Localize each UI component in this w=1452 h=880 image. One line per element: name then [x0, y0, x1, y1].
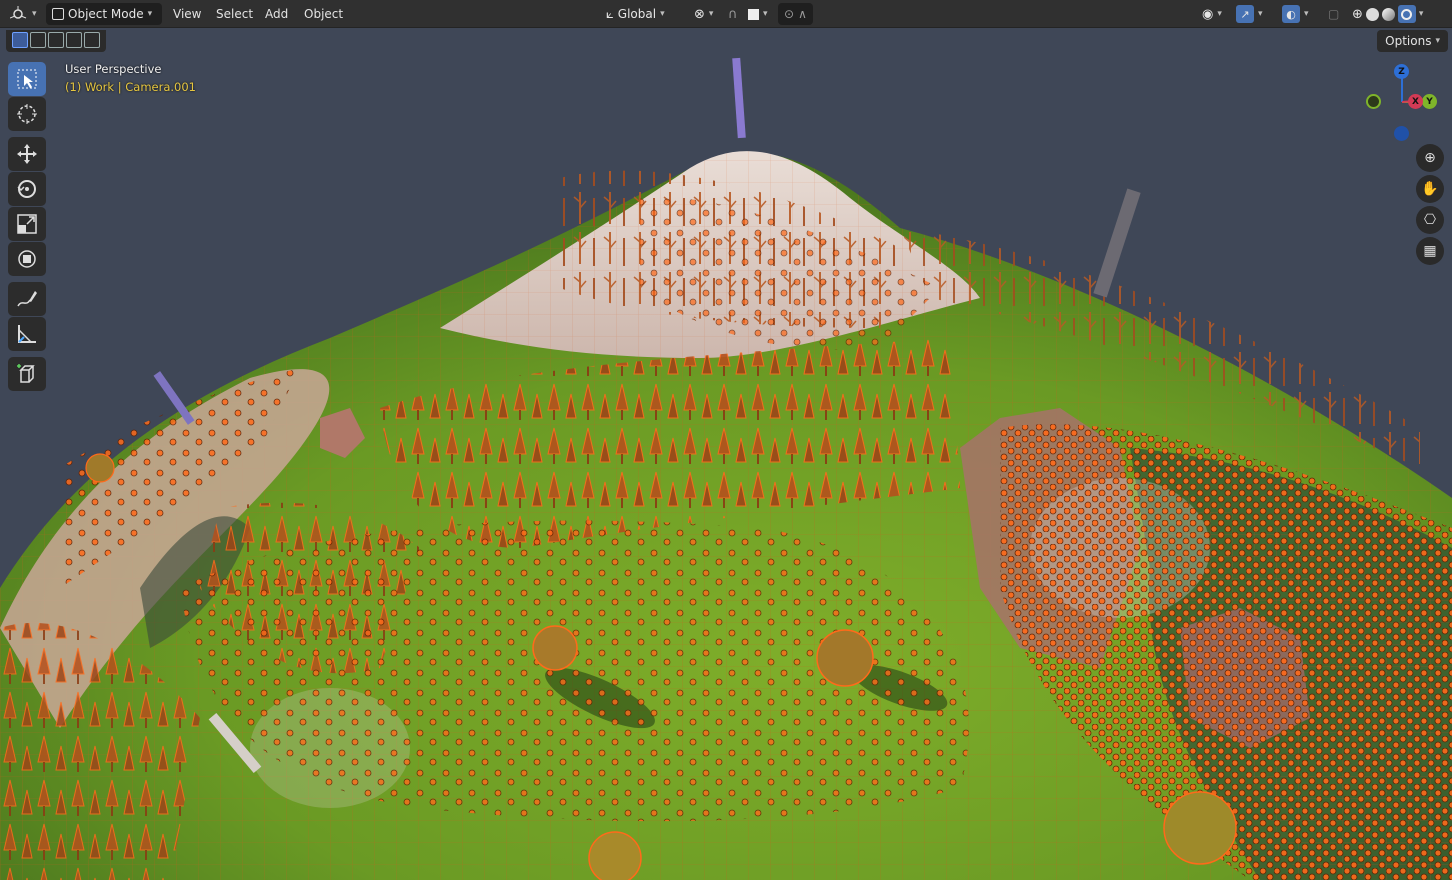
transform-orientation-dropdown[interactable]: ⟀ Global ▾: [600, 3, 671, 25]
select-intersect-icon[interactable]: [84, 32, 100, 48]
object-mode-icon: [52, 8, 64, 20]
menu-add[interactable]: Add: [259, 5, 294, 23]
tool-annotate[interactable]: [8, 282, 46, 316]
gizmo-neg-z[interactable]: [1394, 126, 1409, 141]
annotate-icon: [17, 291, 37, 307]
proportional-edit-icon: ⊙: [784, 7, 795, 21]
zoom-button[interactable]: ⊕: [1416, 144, 1444, 172]
gizmo-neg-y[interactable]: [1366, 94, 1381, 109]
chevron-down-icon: ▾: [708, 9, 714, 19]
chevron-down-icon[interactable]: ▾: [1419, 9, 1424, 19]
xray-icon: ▢: [1328, 7, 1340, 21]
scene-render: [0, 57, 1452, 880]
3d-viewport[interactable]: Options ▾ User Perspective (1) Work | Ca…: [0, 28, 1452, 880]
active-object-label: (1) Work | Camera.001: [65, 80, 196, 94]
navigation-gizmo[interactable]: Z Y X: [1362, 62, 1442, 142]
gizmo-z-axis[interactable]: Z: [1394, 64, 1409, 79]
ortho-toggle-button[interactable]: ▦: [1416, 237, 1444, 265]
gizmo-y-axis[interactable]: Y: [1422, 94, 1437, 109]
chevron-down-icon: ▾: [147, 9, 153, 19]
visibility-dropdown[interactable]: ◉ ▾: [1196, 3, 1228, 25]
shading-buttons: ⊕ ▾: [1346, 3, 1429, 25]
camera-icon: ⎔: [1423, 212, 1437, 228]
mode-label: Object Mode: [68, 7, 144, 21]
tool-select-box[interactable]: [8, 62, 46, 96]
gizmo-toggle[interactable]: ↗ ▾: [1230, 3, 1269, 25]
tool-transform[interactable]: [8, 242, 46, 276]
tool-measure[interactable]: [8, 317, 46, 351]
camera-view-button[interactable]: ⎔: [1416, 206, 1444, 234]
xray-toggle[interactable]: ▢: [1322, 3, 1345, 25]
orientation-icon: ⟀: [606, 6, 614, 22]
select-extend-icon[interactable]: [30, 32, 46, 48]
tool-move[interactable]: [8, 137, 46, 171]
tool-scale[interactable]: [8, 207, 46, 241]
pivot-point-dropdown[interactable]: ⊗ ▾: [688, 3, 719, 25]
zoom-icon: ⊕: [1424, 150, 1436, 166]
rotate-icon: [17, 180, 36, 198]
mode-dropdown[interactable]: Object Mode ▾: [46, 3, 162, 25]
tool-rotate[interactable]: [8, 172, 46, 206]
select-invert-icon[interactable]: [66, 32, 82, 48]
eye-icon: ◉: [1202, 6, 1214, 22]
viewport-header: ▾ Object Mode ▾ View Select Add Object ⟀…: [0, 0, 1452, 28]
options-label: Options: [1385, 34, 1432, 48]
snap-target-icon: [748, 8, 759, 20]
overlays-toggle[interactable]: ◐ ▾: [1276, 3, 1315, 25]
select-new-icon[interactable]: [12, 32, 28, 48]
proportional-edit-toggle[interactable]: ⊙ ∧: [778, 3, 813, 25]
snap-target-dropdown[interactable]: ▾: [742, 3, 774, 25]
menu-view[interactable]: View: [167, 5, 207, 23]
gizmo-icon: ↗: [1236, 5, 1254, 23]
select-box-icon: [17, 69, 37, 89]
pan-button[interactable]: ✋: [1416, 175, 1444, 203]
menu-object[interactable]: Object: [298, 5, 349, 23]
wireframe-shading-icon[interactable]: ⊕: [1352, 7, 1363, 22]
chevron-down-icon: ▾: [660, 9, 665, 19]
navigation-buttons: ⊕ ✋ ⎔ ▦: [1416, 144, 1444, 268]
hand-icon: ✋: [1421, 181, 1439, 197]
select-mode-buttons: [6, 30, 106, 52]
chevron-down-icon: ▾: [1217, 9, 1222, 19]
chevron-down-icon: ▾: [1258, 9, 1263, 19]
material-shading-icon[interactable]: [1381, 7, 1395, 21]
rendered-shading-icon[interactable]: [1397, 5, 1416, 23]
chevron-down-icon: ▾: [1304, 9, 1309, 19]
gizmo-x-axis[interactable]: X: [1408, 94, 1423, 109]
select-subtract-icon[interactable]: [48, 32, 64, 48]
magnet-icon: ∩: [728, 6, 738, 22]
options-dropdown[interactable]: Options ▾: [1377, 30, 1448, 52]
pivot-icon: ⊗: [694, 6, 705, 22]
add-cube-icon: [17, 364, 35, 383]
move-icon: [17, 144, 37, 164]
chevron-down-icon: ▾: [32, 9, 37, 19]
grid-icon: ▦: [1423, 243, 1437, 259]
tool-add-cube[interactable]: [8, 357, 46, 391]
orientation-label: Global: [617, 7, 657, 21]
editor-type-button[interactable]: ▾: [4, 3, 43, 25]
chevron-down-icon: ▾: [1435, 36, 1440, 46]
tool-shelf: [8, 62, 48, 392]
tool-cursor[interactable]: [8, 97, 46, 131]
snap-toggle[interactable]: ∩: [722, 3, 744, 25]
editor-type-icon: [10, 6, 27, 19]
measure-icon: [18, 325, 36, 343]
transform-icon: [18, 250, 36, 268]
chevron-down-icon: ▾: [763, 9, 768, 19]
falloff-icon: ∧: [798, 7, 807, 21]
overlays-icon: ◐: [1282, 5, 1300, 23]
menu-select[interactable]: Select: [210, 5, 259, 23]
scale-icon: [17, 214, 37, 234]
cursor-icon: [17, 104, 37, 124]
solid-shading-icon[interactable]: [1365, 7, 1379, 21]
view-perspective-label: User Perspective: [65, 62, 162, 76]
